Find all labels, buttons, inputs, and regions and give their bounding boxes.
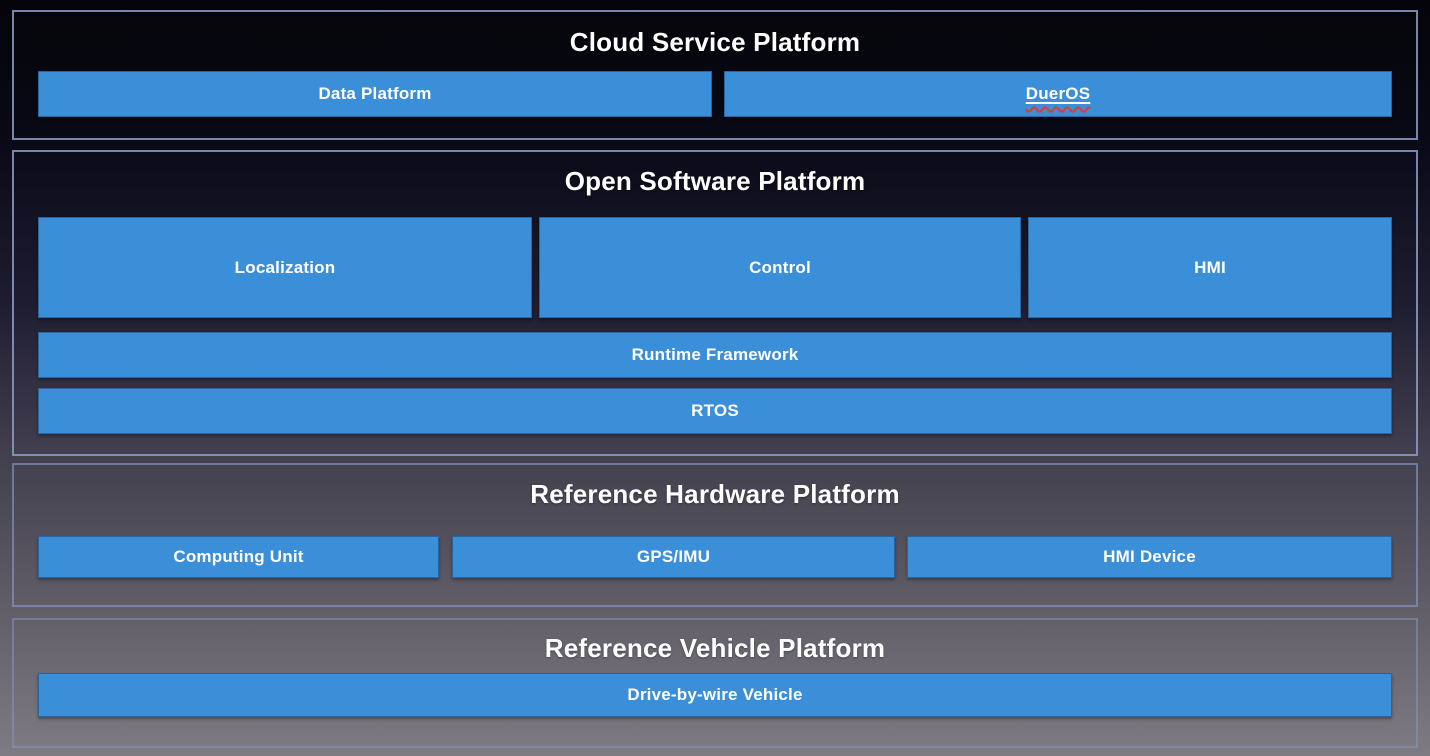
- block-hmi: HMI: [1028, 217, 1392, 318]
- hmi-device-label: HMI Device: [1103, 547, 1196, 567]
- section-open-software-platform: Open Software Platform Localization Cont…: [12, 150, 1418, 456]
- runtime-framework-label: Runtime Framework: [632, 345, 799, 365]
- data-platform-label: Data Platform: [318, 84, 431, 104]
- cloud-service-platform-title: Cloud Service Platform: [14, 27, 1416, 58]
- gps-imu-label: GPS/IMU: [637, 547, 710, 567]
- reference-vehicle-platform-title: Reference Vehicle Platform: [14, 633, 1416, 664]
- control-label: Control: [749, 258, 811, 278]
- section-reference-vehicle-platform: Reference Vehicle Platform Drive-by-wire…: [12, 618, 1418, 748]
- block-computing-unit: Computing Unit: [38, 536, 439, 578]
- block-dueros: DuerOS: [724, 71, 1392, 117]
- drive-by-wire-vehicle-label: Drive-by-wire Vehicle: [627, 685, 802, 705]
- block-gps-imu: GPS/IMU: [452, 536, 895, 578]
- open-software-platform-title: Open Software Platform: [14, 166, 1416, 197]
- block-control: Control: [539, 217, 1021, 318]
- section-cloud-service-platform: Cloud Service Platform Data Platform Due…: [12, 10, 1418, 140]
- rtos-label: RTOS: [691, 401, 739, 421]
- block-runtime-framework: Runtime Framework: [38, 332, 1392, 378]
- section-reference-hardware-platform: Reference Hardware Platform Computing Un…: [12, 463, 1418, 607]
- block-rtos: RTOS: [38, 388, 1392, 434]
- dueros-label: DuerOS: [1026, 84, 1091, 103]
- block-data-platform: Data Platform: [38, 71, 712, 117]
- reference-hardware-platform-title: Reference Hardware Platform: [14, 479, 1416, 510]
- computing-unit-label: Computing Unit: [173, 547, 303, 567]
- hmi-label: HMI: [1194, 258, 1226, 278]
- architecture-diagram: Cloud Service Platform Data Platform Due…: [0, 0, 1430, 756]
- block-localization: Localization: [38, 217, 532, 318]
- block-hmi-device: HMI Device: [907, 536, 1392, 578]
- dueros-link[interactable]: DuerOS: [1026, 84, 1091, 104]
- block-drive-by-wire-vehicle: Drive-by-wire Vehicle: [38, 673, 1392, 717]
- localization-label: Localization: [235, 258, 336, 278]
